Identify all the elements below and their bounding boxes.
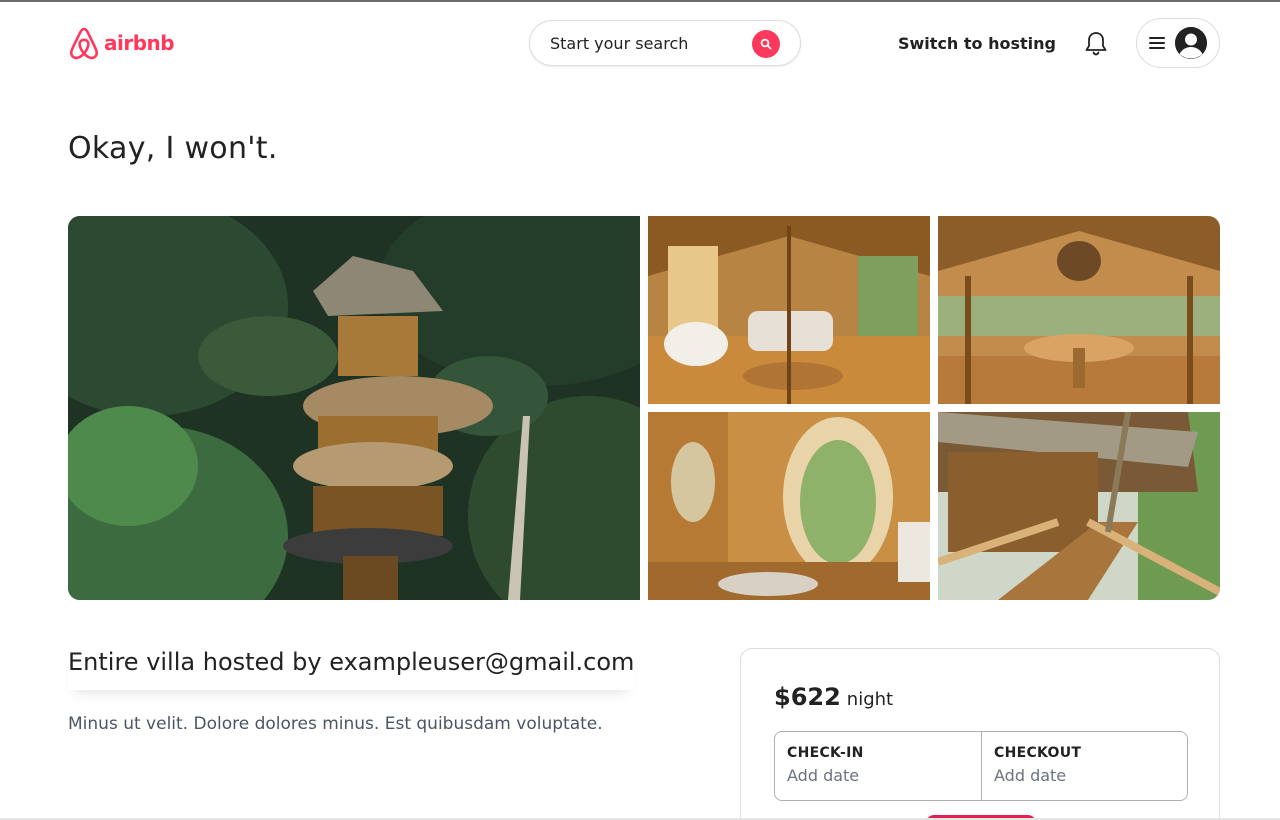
listing-host-title: Entire villa hosted by exampleuser@gmail…	[68, 648, 634, 690]
price-row: $622 night	[774, 683, 893, 711]
page-title: Okay, I won't.	[68, 131, 278, 166]
user-avatar-icon	[1175, 27, 1207, 59]
gallery-photo-dining-room[interactable]	[938, 216, 1220, 404]
search-bar[interactable]: Start your search	[529, 20, 801, 66]
notifications-button[interactable]	[1083, 30, 1109, 58]
nightly-price: $622	[774, 683, 841, 711]
gallery-photo-main[interactable]	[68, 216, 640, 600]
checkout-label: CHECKOUT	[994, 745, 1082, 761]
gallery-photo-walkway[interactable]	[938, 412, 1220, 600]
bell-icon	[1085, 32, 1107, 56]
gallery-photo-living-room[interactable]	[648, 216, 930, 404]
hamburger-icon	[1149, 37, 1165, 49]
airbnb-logo-icon	[69, 27, 99, 60]
search-placeholder: Start your search	[550, 33, 689, 53]
checkin-value: Add date	[787, 766, 860, 785]
checkout-field[interactable]: CHECKOUT Add date	[981, 732, 1187, 800]
header: airbnb Start your search Switch to hosti…	[0, 2, 1280, 86]
photo-gallery	[68, 216, 1220, 600]
airbnb-logo[interactable]: airbnb	[68, 26, 175, 60]
checkout-value: Add date	[994, 766, 1067, 785]
checkin-field[interactable]: CHECK-IN Add date	[775, 732, 981, 800]
per-night-label: night	[846, 689, 894, 710]
listing-description: Minus ut velit. Dolore dolores minus. Es…	[68, 714, 603, 734]
switch-to-hosting-link[interactable]: Switch to hosting	[898, 34, 1056, 53]
gallery-photo-bedroom[interactable]	[648, 412, 930, 600]
logo-text: airbnb	[104, 31, 175, 55]
search-icon	[760, 38, 772, 50]
checkin-label: CHECK-IN	[787, 745, 864, 761]
user-menu-button[interactable]	[1136, 18, 1220, 68]
date-picker: CHECK-IN Add date CHECKOUT Add date	[774, 731, 1188, 801]
booking-card: $622 night CHECK-IN Add date CHECKOUT Ad…	[740, 648, 1220, 820]
search-button[interactable]	[752, 30, 780, 58]
